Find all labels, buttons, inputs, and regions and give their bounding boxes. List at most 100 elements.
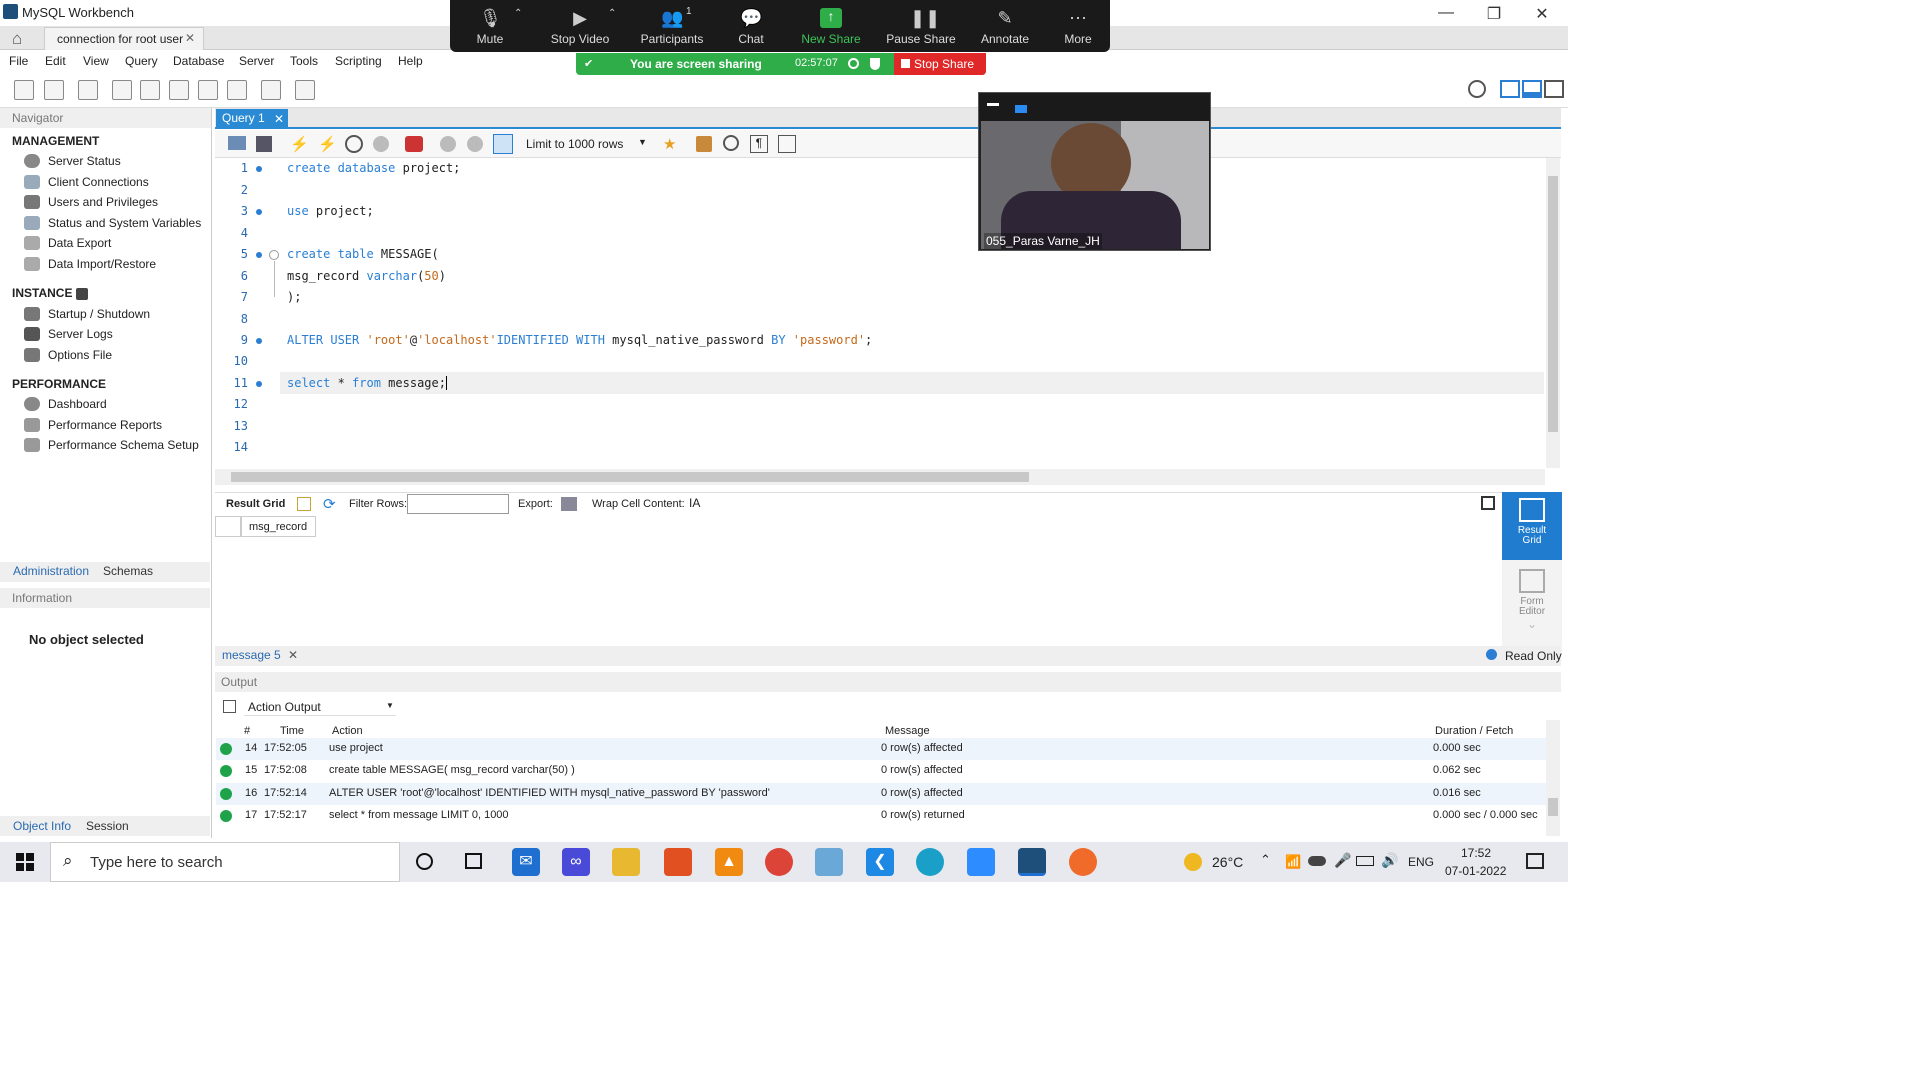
vlc-icon[interactable]: ▲: [715, 848, 743, 876]
sql-editor[interactable]: [215, 158, 1545, 468]
result-panel-toggle-icon[interactable]: [1481, 496, 1495, 510]
menu-server[interactable]: Server: [239, 54, 274, 68]
stop-icon[interactable]: [373, 136, 389, 152]
volume-icon[interactable]: 🔊: [1381, 852, 1398, 869]
nav-startup-shutdown[interactable]: Startup / Shutdown: [24, 307, 150, 321]
mysql-workbench-icon[interactable]: [1018, 848, 1046, 876]
menu-edit[interactable]: Edit: [45, 54, 66, 68]
find-icon[interactable]: [723, 135, 739, 151]
result-grid[interactable]: msg_record: [215, 516, 1502, 646]
schema-inspector-icon[interactable]: [78, 80, 98, 100]
chevron-up-icon[interactable]: ⌃: [608, 8, 616, 19]
reconnect-icon[interactable]: [295, 80, 315, 100]
create-function-icon[interactable]: [227, 80, 247, 100]
toggle-secondary-sidebar-icon[interactable]: [1544, 80, 1564, 98]
horizontal-scrollbar[interactable]: [215, 469, 1545, 485]
refresh-icon[interactable]: ⟳: [323, 495, 336, 513]
search-table-data-icon[interactable]: [261, 80, 281, 100]
toggle-error-icon[interactable]: [405, 136, 423, 152]
nav-performance-schema[interactable]: Performance Schema Setup: [24, 438, 199, 452]
nav-users-privileges[interactable]: Users and Privileges: [24, 195, 158, 209]
explain-icon[interactable]: [345, 135, 363, 153]
nav-server-logs[interactable]: Server Logs: [24, 327, 113, 341]
more-button[interactable]: ⋯ More: [1043, 0, 1113, 52]
export-icon[interactable]: [561, 497, 577, 511]
minimize-icon[interactable]: —: [1436, 4, 1456, 22]
notifications-icon[interactable]: [1526, 853, 1544, 869]
office-icon[interactable]: [664, 848, 692, 876]
open-sql-script-icon[interactable]: [44, 80, 64, 100]
nav-dashboard[interactable]: Dashboard: [24, 397, 107, 411]
filter-input[interactable]: [407, 494, 509, 514]
output-row[interactable]: 14 17:52:05 use project 0 row(s) affected 0.…: [216, 738, 1546, 760]
network-icon[interactable]: 📶: [1285, 854, 1301, 870]
toggle-sidebar-icon[interactable]: [1500, 80, 1520, 98]
pause-share-button[interactable]: ❚❚ Pause Share: [886, 0, 956, 52]
create-table-icon[interactable]: [140, 80, 160, 100]
nav-data-import[interactable]: Data Import/Restore: [24, 257, 156, 271]
edge-icon[interactable]: [916, 848, 944, 876]
connection-tab[interactable]: connection for root user ✕: [44, 27, 204, 50]
close-tab-icon[interactable]: ✕: [288, 648, 298, 662]
column-header[interactable]: msg_record: [241, 516, 316, 537]
output-type-select[interactable]: Action Output ▼: [244, 698, 396, 716]
annotate-button[interactable]: ✎ Annotate: [970, 0, 1040, 52]
menu-help[interactable]: Help: [398, 54, 423, 68]
battery-icon[interactable]: [1356, 856, 1374, 866]
chevron-up-icon[interactable]: ⌃: [1260, 852, 1271, 868]
close-tab-icon[interactable]: ✕: [185, 31, 195, 45]
invisible-chars-icon[interactable]: ¶: [750, 135, 768, 153]
menu-tools[interactable]: Tools: [290, 54, 318, 68]
microphone-icon[interactable]: 🎤: [1334, 852, 1351, 869]
tab-schemas[interactable]: Schemas: [103, 564, 153, 578]
onedrive-icon[interactable]: [1308, 856, 1326, 866]
zoom-icon[interactable]: [967, 848, 995, 876]
language-indicator[interactable]: ENG: [1408, 855, 1434, 869]
limit-rows-select[interactable]: Limit to 1000 rows ▼: [526, 134, 650, 154]
menu-database[interactable]: Database: [173, 54, 224, 68]
close-tab-icon[interactable]: ✕: [274, 112, 284, 126]
tab-session[interactable]: Session: [86, 819, 129, 833]
nav-status-variables[interactable]: Status and System Variables: [24, 216, 201, 230]
grid-icon[interactable]: [297, 497, 311, 511]
weather-icon[interactable]: [1184, 853, 1202, 871]
menu-query[interactable]: Query: [125, 54, 158, 68]
chat-button[interactable]: 💬 Chat: [716, 0, 786, 52]
participants-button[interactable]: 👥 Participants: [637, 0, 707, 52]
temperature[interactable]: 26°C: [1212, 854, 1243, 870]
chrome-icon[interactable]: [765, 848, 793, 876]
open-file-icon[interactable]: [228, 136, 246, 150]
close-icon[interactable]: ✕: [1532, 4, 1552, 23]
copy-icon[interactable]: [223, 700, 236, 713]
message-tab[interactable]: message 5 ✕: [222, 648, 298, 662]
clock-time[interactable]: 17:52: [1461, 846, 1491, 860]
tab-object-info[interactable]: Object Info: [13, 819, 71, 833]
notepad-icon[interactable]: [815, 848, 843, 876]
execute-statement-icon[interactable]: ⚡: [318, 135, 337, 153]
chevron-up-icon[interactable]: ⌃: [514, 8, 522, 19]
task-view-icon[interactable]: [465, 853, 482, 869]
wrap-icon[interactable]: IA: [689, 496, 700, 510]
output-row[interactable]: 16 17:52:14 ALTER USER 'root'@'localhost' …: [216, 783, 1546, 805]
clock-date[interactable]: 07-01-2022: [1445, 864, 1506, 878]
postman-icon[interactable]: [1069, 848, 1097, 876]
menu-file[interactable]: File: [9, 54, 28, 68]
menu-view[interactable]: View: [83, 54, 109, 68]
restore-icon[interactable]: ❐: [1484, 4, 1504, 23]
beautify-icon[interactable]: ★: [663, 135, 681, 153]
execute-icon[interactable]: ⚡: [290, 135, 309, 153]
format-icon[interactable]: [696, 136, 712, 152]
stop-share-button[interactable]: Stop Share: [894, 53, 986, 75]
search-box[interactable]: ⌕ Type here to search: [50, 842, 400, 882]
commit-icon[interactable]: [440, 136, 456, 152]
nav-client-connections[interactable]: Client Connections: [24, 175, 149, 189]
nav-performance-reports[interactable]: Performance Reports: [24, 418, 162, 432]
stop-video-button[interactable]: ▶ Stop Video: [545, 0, 615, 52]
expand-video-icon[interactable]: [1015, 105, 1027, 113]
video-preview[interactable]: 055_Paras Varne_JH: [978, 92, 1211, 251]
nav-data-export[interactable]: Data Export: [24, 236, 111, 250]
cortana-icon[interactable]: [416, 853, 433, 870]
mail-icon[interactable]: ✉: [512, 848, 540, 876]
home-icon[interactable]: ⌂: [12, 29, 32, 48]
create-schema-icon[interactable]: [112, 80, 132, 100]
